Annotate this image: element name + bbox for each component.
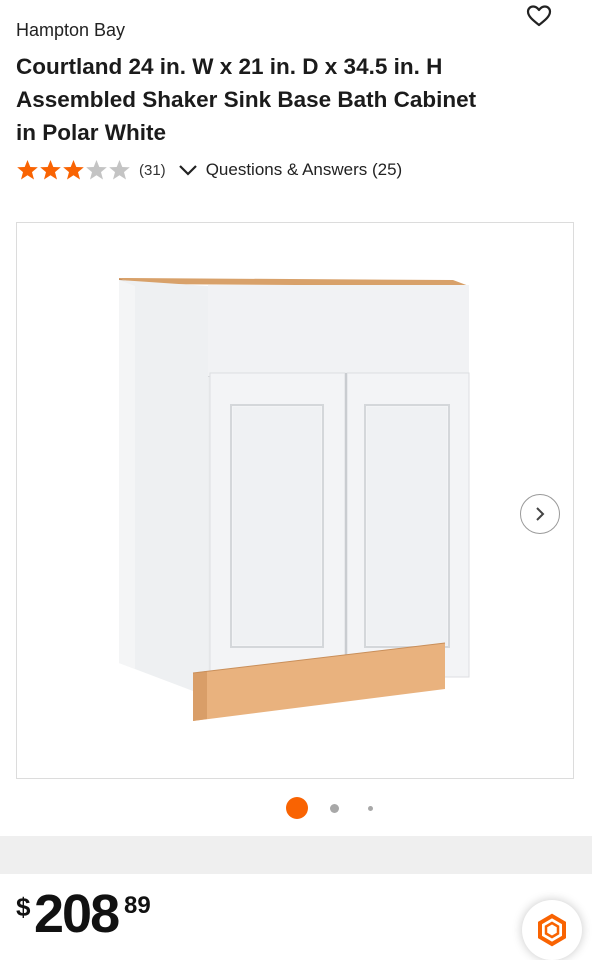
price-currency: $	[16, 892, 31, 922]
product-title: Courtland 24 in. W x 21 in. D x 34.5 in.…	[16, 54, 477, 145]
carousel-dot[interactable]	[368, 806, 373, 811]
heart-outline-icon	[526, 5, 552, 27]
carousel-dot-active[interactable]	[286, 797, 308, 819]
hexagon-assistant-icon	[538, 913, 566, 947]
star-empty-icon	[86, 160, 107, 180]
next-image-button[interactable]	[520, 494, 560, 534]
star-empty-icon	[109, 160, 130, 180]
brand-name[interactable]: Hampton Bay	[16, 20, 125, 41]
favorite-button[interactable]	[526, 4, 552, 28]
rating-row: (31) Questions & Answers (25)	[16, 156, 402, 184]
sink-base-cabinet-image	[119, 278, 470, 721]
questions-answers-label: Questions & Answers (25)	[205, 160, 403, 179]
price-cents: 89	[124, 892, 151, 919]
product-image-gallery[interactable]	[16, 222, 574, 779]
star-filled-icon	[63, 160, 84, 180]
star-filled-icon	[17, 160, 38, 180]
questions-answers-toggle[interactable]: Questions & Answers (25)	[178, 160, 403, 180]
carousel-dot[interactable]	[330, 804, 339, 813]
section-divider	[0, 836, 592, 874]
price-dollars: 208	[34, 884, 120, 944]
chevron-right-icon	[536, 507, 545, 521]
chevron-down-icon	[178, 165, 197, 176]
star-rating[interactable]	[16, 159, 131, 181]
carousel-indicators	[0, 796, 592, 820]
assistant-button[interactable]	[522, 900, 582, 960]
star-filled-icon	[40, 160, 61, 180]
review-count[interactable]: (31)	[139, 162, 166, 179]
